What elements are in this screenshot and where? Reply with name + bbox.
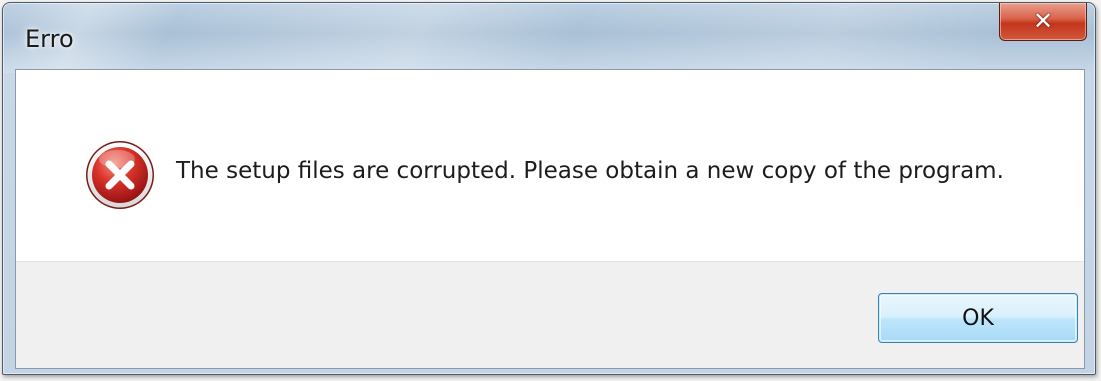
dialog-content: The setup files are corrupted. Please ob…	[15, 69, 1085, 369]
error-icon	[86, 141, 154, 209]
button-area: OK	[16, 261, 1084, 368]
window-title: Erro	[25, 25, 74, 53]
error-dialog: Erro ✕ The setup files are corrupted. Pl…	[2, 2, 1096, 375]
error-message: The setup files are corrupted. Please ob…	[176, 158, 1004, 184]
close-icon: ✕	[1032, 6, 1054, 35]
title-bar[interactable]: Erro ✕	[3, 3, 1095, 69]
ok-button[interactable]: OK	[878, 293, 1078, 343]
message-area: The setup files are corrupted. Please ob…	[16, 70, 1084, 263]
close-button[interactable]: ✕	[999, 3, 1087, 41]
